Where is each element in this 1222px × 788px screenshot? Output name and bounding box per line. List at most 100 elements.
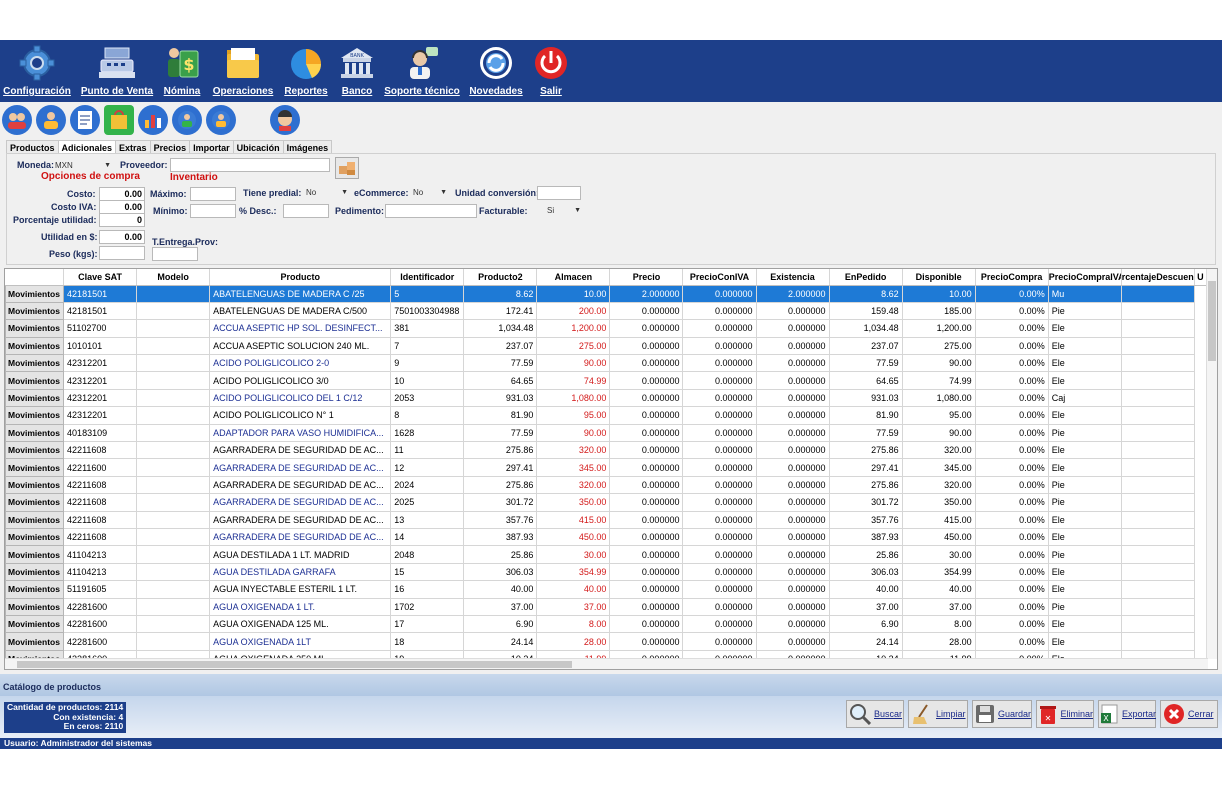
table-row[interactable]: Movimientos 42312201 ACIDO POLIGLICOLICO D… — [5, 388, 1207, 408]
table-row[interactable]: Movimientos 42211600 AGARRADERA DE SEGURID… — [5, 458, 1207, 477]
porcentaje-utilidad-input[interactable]: 0 — [99, 213, 145, 227]
ribbon-configuracion[interactable]: Configuración — [3, 44, 71, 100]
costo-iva-input[interactable]: 0.00 — [99, 200, 145, 214]
table-row[interactable]: Movimientos 42211608 AGARRADERA DE SEGURID… — [5, 441, 1207, 460]
tab-productos[interactable]: Productos — [6, 140, 59, 154]
utilidad-input[interactable]: 0.00 — [99, 230, 145, 244]
table-row[interactable]: Movimientos 42181501 ABATELENGUAS DE MADER… — [5, 301, 1207, 321]
horizontal-scrollbar[interactable] — [5, 658, 1208, 669]
scroll-thumb[interactable] — [1208, 281, 1216, 361]
movimientos-button[interactable]: Movimientos — [5, 371, 65, 390]
table-row[interactable]: Movimientos 42211608 AGARRADERA DE SEGURID… — [5, 493, 1207, 512]
table-row[interactable]: Movimientos 42281600 AGUA OXIGENADA 1 LT. 1… — [5, 597, 1207, 616]
maximo-input[interactable] — [190, 187, 236, 201]
column-header[interactable]: Disponible — [902, 269, 976, 286]
movimientos-button[interactable]: Movimientos — [5, 336, 65, 356]
table-row[interactable]: Movimientos 51102700 ACCUA ASEPTIC HP SOL.… — [5, 319, 1207, 338]
column-header[interactable]: Clave SAT — [63, 269, 138, 286]
movimientos-button[interactable]: Movimientos — [5, 614, 65, 634]
table-row[interactable]: Movimientos 40183109 ADAPTADOR PARA VASO H… — [5, 423, 1207, 443]
movimientos-button[interactable]: Movimientos — [5, 475, 65, 495]
table-row[interactable]: Movimientos 42312201 ACIDO POLIGLICOLICO N… — [5, 406, 1207, 425]
movimientos-button[interactable]: Movimientos — [5, 301, 65, 321]
exportar-button[interactable]: X Exportar — [1098, 700, 1156, 728]
movimientos-button[interactable]: Movimientos — [5, 632, 65, 651]
globe-person-2-icon[interactable] — [206, 105, 236, 135]
movimientos-button[interactable]: Movimientos — [5, 562, 65, 582]
table-row[interactable]: Movimientos 42312201 ACIDO POLIGLICOLICO 3… — [5, 371, 1207, 390]
notes-icon[interactable] — [70, 105, 100, 135]
customers-icon[interactable] — [36, 105, 66, 135]
table-row[interactable]: Movimientos 41104213 AGUA DESTILADA 1 LT. … — [5, 545, 1207, 564]
products-grid[interactable]: Clave SAT Modelo Producto Identificador Prod… — [4, 268, 1218, 670]
scroll-thumb[interactable] — [17, 661, 572, 668]
movimientos-button[interactable]: Movimientos — [5, 423, 65, 443]
movimientos-button[interactable]: Movimientos — [5, 388, 65, 408]
column-header[interactable]: Almacen — [536, 269, 611, 286]
column-header[interactable]: Identificador — [390, 269, 465, 286]
movimientos-button[interactable]: Movimientos — [5, 527, 65, 547]
ribbon-operaciones[interactable]: Operaciones — [213, 44, 273, 100]
tab-importar[interactable]: Importar — [189, 140, 234, 154]
table-row[interactable]: Movimientos 42211608 AGARRADERA DE SEGURID… — [5, 475, 1207, 495]
unidad-conversion-input[interactable] — [537, 186, 581, 200]
movimientos-button[interactable]: Movimientos — [5, 458, 65, 477]
proveedor-lookup-button[interactable] — [335, 157, 359, 179]
column-header[interactable]: PrecioCompra — [975, 269, 1049, 286]
column-header[interactable]: rcentajeDescuen — [1121, 269, 1195, 286]
movimientos-button[interactable]: Movimientos — [5, 545, 65, 564]
table-row[interactable]: Movimientos 42211608 AGARRADERA DE SEGURID… — [5, 527, 1207, 547]
cerrar-button[interactable]: Cerrar — [1160, 700, 1218, 728]
column-header[interactable]: Precio — [609, 269, 684, 286]
proveedor-input[interactable] — [170, 158, 330, 172]
minimo-input[interactable] — [190, 204, 236, 218]
eliminar-button[interactable]: ✕ Eliminar — [1036, 700, 1094, 728]
column-header[interactable]: Producto2 — [463, 269, 538, 286]
table-row[interactable]: Movimientos 41104213 AGUA DESTILADA GARRAF… — [5, 562, 1207, 582]
ribbon-nomina[interactable]: $ Nómina — [160, 44, 204, 100]
column-header[interactable]: EnPedido — [829, 269, 903, 286]
limpiar-button[interactable]: Limpiar — [908, 700, 968, 728]
table-row[interactable]: Movimientos 42211608 AGARRADERA DE SEGURID… — [5, 510, 1207, 529]
tab-precios[interactable]: Precios — [149, 140, 191, 154]
facturable-select[interactable]: Si ▼ — [547, 204, 583, 218]
column-header[interactable]: U — [1194, 269, 1208, 286]
movimientos-button[interactable]: Movimientos — [5, 597, 65, 616]
ribbon-banco[interactable]: BANK Banco — [338, 44, 376, 100]
ribbon-soporte-tecnico[interactable]: Soporte técnico — [384, 44, 460, 100]
column-header[interactable]: Modelo — [136, 269, 211, 286]
pedimento-input[interactable] — [385, 204, 477, 218]
tab-imagenes[interactable]: Imágenes — [282, 140, 333, 154]
table-row[interactable]: Movimientos 42281600 AGUA OXIGENADA 1LT 18 2… — [5, 632, 1207, 651]
column-header[interactable]: Producto — [209, 269, 392, 286]
ecommerce-select[interactable]: No ▼ — [413, 186, 449, 200]
buscar-button[interactable]: Buscar — [846, 700, 904, 728]
table-row[interactable]: Movimientos 51191605 AGUA INYECTABLE ESTER… — [5, 580, 1207, 599]
ribbon-salir[interactable]: Salir — [532, 44, 570, 100]
ribbon-reportes[interactable]: Reportes — [284, 44, 328, 100]
shopping-bag-icon[interactable] — [104, 105, 134, 135]
users-icon[interactable] — [2, 105, 32, 135]
table-row[interactable]: Movimientos 1010101 ACCUA ASEPTIC SOLUCION… — [5, 336, 1207, 356]
face-icon[interactable] — [270, 105, 300, 135]
movimientos-button[interactable]: Movimientos — [5, 580, 65, 599]
peso-input[interactable] — [99, 246, 145, 260]
table-row[interactable]: Movimientos 42281600 AGUA OXIGENADA 125 ML… — [5, 614, 1207, 634]
movimientos-button[interactable]: Movimientos — [5, 493, 65, 512]
movimientos-button[interactable]: Movimientos — [5, 510, 65, 529]
tab-ubicacion[interactable]: Ubicación — [232, 140, 284, 154]
table-row[interactable]: Movimientos 42312201 ACIDO POLIGLICOLICO 2… — [5, 354, 1207, 373]
vertical-scrollbar[interactable] — [1206, 269, 1217, 659]
movimientos-button[interactable]: Movimientos — [5, 354, 65, 373]
globe-person-icon[interactable] — [172, 105, 202, 135]
ribbon-novedades[interactable]: Novedades — [469, 44, 523, 100]
costo-input[interactable]: 0.00 — [99, 187, 145, 201]
movimientos-button[interactable]: Movimientos — [5, 441, 65, 460]
tab-extras[interactable]: Extras — [115, 140, 151, 154]
desc-input[interactable] — [283, 204, 329, 218]
column-header[interactable] — [5, 269, 65, 286]
movimientos-button[interactable]: Movimientos — [5, 284, 65, 303]
column-header[interactable]: PrecioCompraIVA — [1048, 269, 1122, 286]
tentrega-input[interactable] — [152, 247, 198, 261]
column-header[interactable]: PrecioConIVA — [682, 269, 757, 286]
